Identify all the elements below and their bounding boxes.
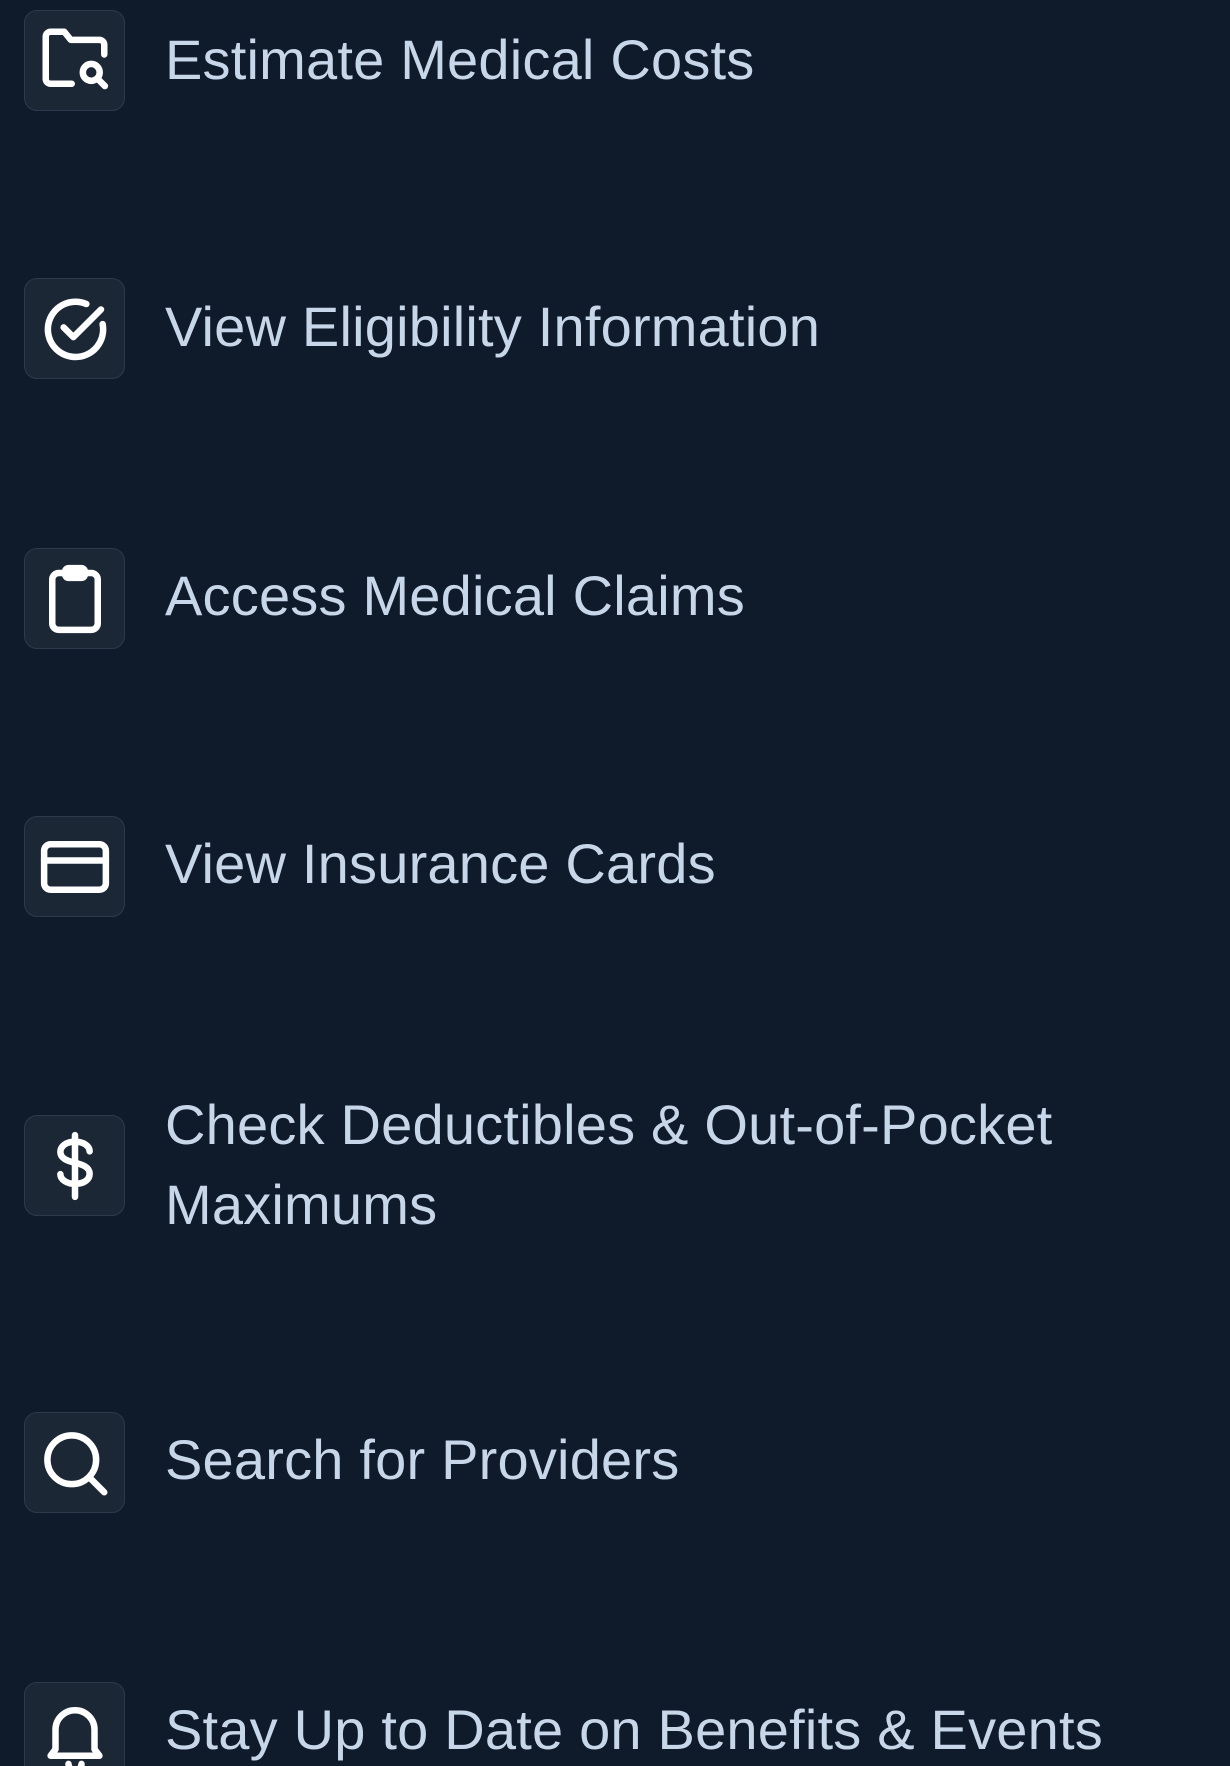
feature-label: View Insurance Cards [165,832,716,895]
feature-item-search-providers[interactable]: Search for Providers [0,1390,1230,1660]
search-icon [24,1412,125,1513]
feature-item-access-medical-claims[interactable]: Access Medical Claims [0,500,1230,770]
feature-item-check-deductibles[interactable]: Check Deductibles & Out-of-Pocket Maximu… [0,1040,1230,1390]
feature-item-stay-up-to-date[interactable]: Stay Up to Date on Benefits & Events [0,1660,1230,1766]
folder-search-icon [24,10,125,111]
clipboard-icon [24,548,125,649]
feature-list: Estimate Medical Costs View Eligibility … [0,0,1230,1766]
credit-card-icon [24,816,125,917]
feature-item-estimate-medical-costs[interactable]: Estimate Medical Costs [0,0,1230,230]
dollar-icon [24,1115,125,1216]
feature-label: Access Medical Claims [165,564,745,627]
feature-label: View Eligibility Information [165,295,821,358]
feature-label: Check Deductibles & Out-of-Pocket Maximu… [165,1093,1053,1236]
feature-label: Search for Providers [165,1428,680,1491]
feature-label: Estimate Medical Costs [165,28,755,91]
feature-label: Stay Up to Date on Benefits & Events [165,1698,1103,1761]
feature-item-view-insurance-cards[interactable]: View Insurance Cards [0,770,1230,1040]
check-circle-icon [24,278,125,379]
feature-item-view-eligibility[interactable]: View Eligibility Information [0,230,1230,500]
bell-icon [24,1682,125,1766]
